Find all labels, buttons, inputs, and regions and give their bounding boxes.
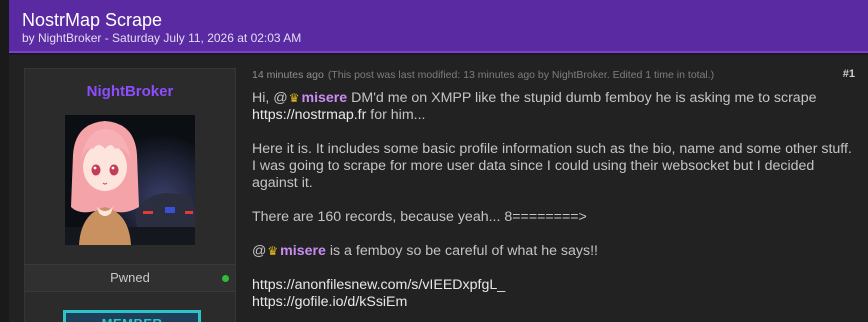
crown-icon: ♛ <box>267 244 279 258</box>
post-paragraph: https://anonfilesnew.com/s/vIEEDxpfgL_ ht… <box>252 277 857 311</box>
post-number-link[interactable]: #1 <box>843 68 855 81</box>
post-paragraph: Hi, @♛ misere DM'd me on XMPP like the st… <box>252 90 857 124</box>
download-link-anonfiles[interactable]: https://anonfilesnew.com/s/vIEEDxpfgL_ <box>252 277 505 293</box>
post-meta: 14 minutes ago (This post was last modifi… <box>252 69 714 82</box>
author-username[interactable]: NightBroker <box>25 83 235 101</box>
user-status-label: Pwned <box>110 270 150 285</box>
mention-link[interactable]: misere <box>280 243 326 259</box>
avatar[interactable] <box>65 115 195 245</box>
post-body: Hi, @♛ misere DM'd me on XMPP like the st… <box>252 90 857 311</box>
rank-badge: MEMBER <box>63 310 201 322</box>
thread-meta: by NightBroker - Saturday July 11, 2026 … <box>22 31 302 45</box>
post-edit-note: (This post was last modified: 13 minutes… <box>327 69 715 81</box>
thread-title: NostrMap Scrape <box>22 10 163 30</box>
link-nostrmap[interactable]: https://nostrmap.fr <box>252 107 366 123</box>
online-dot-icon <box>222 275 229 282</box>
post-time[interactable]: 14 minutes ago <box>252 69 324 81</box>
text-span: @ <box>252 243 267 259</box>
post: NightBroker Pwned 14 minutes ago (This p… <box>9 55 868 322</box>
text-span: for him... <box>366 107 426 123</box>
user-status-row: Pwned <box>25 264 235 292</box>
avatar-image <box>65 115 195 245</box>
crown-icon: ♛ <box>288 91 300 105</box>
thread-page: NostrMap Scrape by NightBroker - Saturda… <box>0 0 868 322</box>
thread-header: NostrMap Scrape by NightBroker - Saturda… <box>9 0 868 53</box>
text-span: is a femboy so be careful of what he say… <box>325 243 598 259</box>
post-paragraph: There are 160 records, because yeah... 8… <box>252 209 587 225</box>
post-paragraph: @♛ misere is a femboy so be careful of wh… <box>252 243 857 260</box>
author-panel: NightBroker Pwned <box>24 68 236 322</box>
text-span: DM'd me on XMPP like the stupid dumb fem… <box>347 90 817 106</box>
text-span: Hi, @ <box>252 90 288 106</box>
mention-link[interactable]: misere <box>301 90 347 106</box>
download-link-gofile[interactable]: https://gofile.io/d/kSsiEm <box>252 294 407 310</box>
post-paragraph: Here it is. It includes some basic profi… <box>252 141 852 191</box>
